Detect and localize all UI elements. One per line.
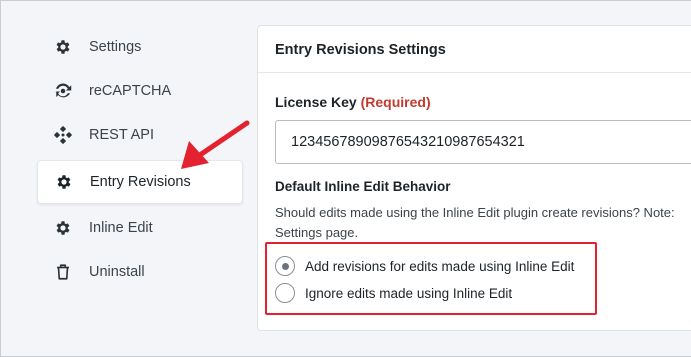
radio-option-add-revisions[interactable]: Add revisions for edits made using Inlin… (275, 256, 574, 276)
sidebar-item-recaptcha[interactable]: reCAPTCHA (37, 69, 243, 113)
sidebar-item-inline-edit[interactable]: Inline Edit (37, 206, 243, 250)
sidebar-item-label: Settings (89, 39, 142, 55)
gear-icon (54, 219, 72, 237)
trash-icon (54, 263, 72, 281)
required-marker: (Required) (360, 94, 431, 110)
sidebar-item-uninstall[interactable]: Uninstall (37, 250, 243, 294)
license-key-label: License Key (Required) (275, 94, 431, 110)
recaptcha-icon (54, 82, 72, 100)
sidebar-item-settings[interactable]: Settings (37, 25, 243, 69)
radio-option-ignore-edits[interactable]: Ignore edits made using Inline Edit (275, 283, 512, 303)
panel-title: Entry Revisions Settings (258, 26, 691, 73)
sidebar-item-label: REST API (89, 127, 155, 143)
annotation-arrow-icon (181, 120, 250, 169)
section-description: Should edits made using the Inline Edit … (275, 205, 675, 240)
gear-icon (55, 173, 73, 191)
sidebar-item-label: Inline Edit (89, 220, 153, 236)
license-key-input[interactable] (275, 120, 691, 164)
section-title: Default Inline Edit Behavior (275, 179, 451, 194)
radio-button[interactable] (275, 283, 295, 303)
radio-button[interactable] (275, 256, 295, 276)
sidebar-item-label: Uninstall (89, 264, 145, 280)
app-window: Settings reCAPTCHA REST API Entry Revisi… (0, 0, 691, 357)
sidebar-item-label: Entry Revisions (90, 174, 191, 190)
highlight-box: Add revisions for edits made using Inlin… (265, 242, 597, 315)
gear-icon (54, 38, 72, 56)
rest-api-icon (54, 126, 72, 144)
sidebar-item-label: reCAPTCHA (89, 83, 172, 99)
